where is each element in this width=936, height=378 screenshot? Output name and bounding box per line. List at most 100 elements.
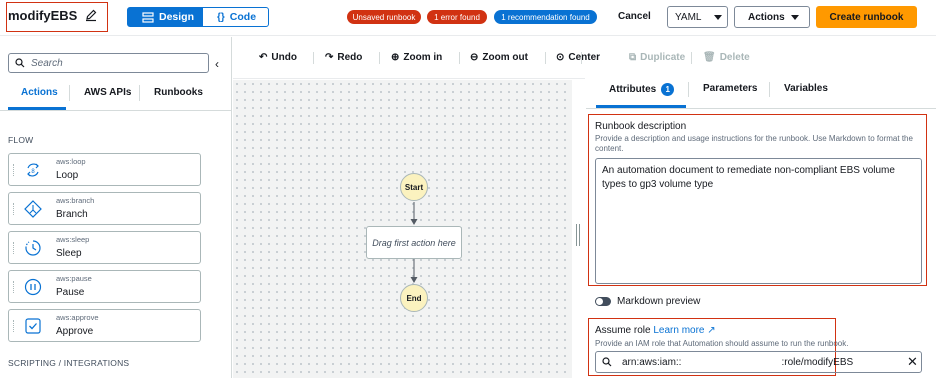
toolbar-divider: [581, 52, 582, 64]
zoom-out-button[interactable]: ⊖ Zoom out: [470, 52, 528, 63]
toolbar-divider: [379, 52, 380, 64]
drag-handle-icon[interactable]: [13, 203, 15, 215]
description-label: Runbook description: [595, 121, 687, 132]
zoom-out-label: Zoom out: [482, 52, 528, 63]
toolbar-divider: [459, 52, 460, 64]
code-label: Code: [229, 11, 257, 23]
tab-actions[interactable]: Actions: [21, 87, 58, 98]
role-arn-prefix: arn:aws:iam::: [622, 356, 682, 368]
assume-role-label: Assume role: [595, 325, 651, 336]
svg-text:8: 8: [31, 169, 35, 175]
undo-label: Undo: [271, 52, 297, 63]
tab-parameters[interactable]: Parameters: [703, 83, 757, 94]
caret-down-icon: [791, 15, 799, 20]
panel-resize-handle[interactable]: [572, 80, 585, 378]
action-name: Pause: [56, 287, 85, 298]
clear-icon[interactable]: ✕: [907, 354, 918, 370]
toolbar-divider: [313, 52, 314, 64]
code-icon: {}: [217, 11, 225, 23]
resize-grip: [579, 224, 580, 246]
runbook-title[interactable]: modifyEBS: [8, 8, 77, 23]
learn-more-link[interactable]: Learn more: [653, 325, 704, 336]
tab-divider: [688, 82, 689, 97]
assume-role-help: Provide an IAM role that Automation shou…: [595, 339, 849, 348]
action-search-input[interactable]: Search: [8, 53, 209, 73]
redo-button[interactable]: ↷ Redo: [325, 52, 362, 63]
tabs-divider: [0, 110, 232, 111]
action-name: Sleep: [56, 248, 82, 259]
tab-divider: [69, 85, 70, 101]
cancel-button[interactable]: Cancel: [618, 11, 651, 22]
collapse-panel-icon[interactable]: ‹: [215, 57, 219, 71]
drop-zone-step[interactable]: Drag first action here: [366, 226, 462, 259]
zoom-out-icon: ⊖: [470, 52, 479, 63]
format-select-value: YAML: [675, 11, 702, 23]
drag-handle-icon[interactable]: [13, 281, 15, 293]
drag-handle-icon[interactable]: [13, 320, 15, 332]
action-type: aws:sleep: [56, 235, 90, 244]
branch-icon: [24, 200, 42, 218]
assume-role-input[interactable]: arn:aws:iam:: :role/modifyEBS: [595, 351, 922, 373]
tab-aws-apis[interactable]: AWS APIs: [84, 87, 131, 98]
canvas-toolbar: ↶ Undo ↷ Redo ⊕ Zoom in ⊖ Zoom out ⊙ Cen…: [233, 37, 600, 79]
code-mode-button[interactable]: {} Code: [202, 7, 269, 27]
error-badge[interactable]: 1 error found: [427, 10, 487, 24]
action-type: aws:loop: [56, 157, 86, 166]
redo-label: Redo: [337, 52, 363, 63]
tab-runbooks[interactable]: Runbooks: [154, 87, 203, 98]
sleep-icon: [25, 240, 41, 256]
runbook-description-textarea[interactable]: An automation document to remediate non-…: [595, 158, 922, 284]
action-type: aws:approve: [56, 313, 99, 322]
tab-variables[interactable]: Variables: [784, 83, 828, 94]
tab-attributes[interactable]: Attributes 1: [609, 83, 675, 96]
section-scripting: SCRIPTING / INTEGRATIONS: [8, 358, 130, 368]
tab-divider: [769, 82, 770, 97]
action-type: aws:branch: [56, 196, 95, 205]
center-icon: ⊙: [556, 52, 565, 63]
redo-icon: ↷: [325, 52, 334, 63]
action-name: Branch: [56, 209, 88, 220]
role-arn-suffix: :role/modifyEBS: [781, 356, 854, 368]
markdown-preview-toggle[interactable]: [595, 297, 611, 306]
action-item-approve[interactable]: aws:approve Approve: [8, 309, 201, 342]
action-item-sleep[interactable]: aws:sleep Sleep: [8, 231, 201, 264]
design-mode-button[interactable]: Design: [127, 7, 202, 27]
markdown-preview-label: Markdown preview: [617, 296, 701, 307]
action-item-pause[interactable]: aws:pause Pause: [8, 270, 201, 303]
approve-icon: [25, 318, 41, 334]
edit-icon[interactable]: [84, 8, 98, 22]
drag-handle-icon[interactable]: [13, 164, 15, 176]
recommendation-badge[interactable]: 1 recommendation found: [494, 10, 597, 24]
action-name: Loop: [56, 170, 79, 181]
create-runbook-button[interactable]: Create runbook: [816, 6, 917, 28]
action-item-loop[interactable]: 8 aws:loop Loop: [8, 153, 201, 186]
loop-icon: 8: [27, 163, 39, 177]
actions-dropdown[interactable]: Actions: [734, 6, 810, 28]
search-icon: [15, 58, 25, 68]
drag-handle-icon[interactable]: [13, 242, 15, 254]
zoom-in-button[interactable]: ⊕ Zoom in: [391, 52, 442, 63]
tab-divider: [139, 85, 140, 101]
search-icon: [602, 357, 612, 367]
external-link-icon[interactable]: ↗: [707, 325, 715, 336]
end-node[interactable]: End: [400, 284, 428, 312]
unsaved-badge: Unsaved runbook: [347, 10, 421, 24]
resize-grip: [576, 224, 577, 246]
undo-icon: ↶: [259, 52, 268, 63]
undo-button[interactable]: ↶ Undo: [259, 52, 297, 63]
start-node[interactable]: Start: [400, 173, 428, 201]
section-flow: FLOW: [8, 135, 34, 145]
top-bar: modifyEBS Design {} Code Unsaved runbook…: [0, 0, 936, 36]
description-help: Provide a description and usage instruct…: [595, 134, 913, 153]
actions-dropdown-label: Actions: [748, 11, 785, 23]
zoom-in-icon: ⊕: [391, 52, 400, 63]
tabs-divider: [586, 108, 936, 109]
tab-attributes-label: Attributes: [609, 84, 657, 95]
action-name: Approve: [56, 326, 94, 337]
caret-down-icon: [714, 15, 722, 20]
zoom-in-label: Zoom in: [403, 52, 443, 63]
pause-icon: [24, 278, 42, 296]
format-select[interactable]: YAML: [667, 6, 728, 28]
attributes-count-badge: 1: [661, 83, 675, 96]
action-item-branch[interactable]: aws:branch Branch: [8, 192, 201, 225]
